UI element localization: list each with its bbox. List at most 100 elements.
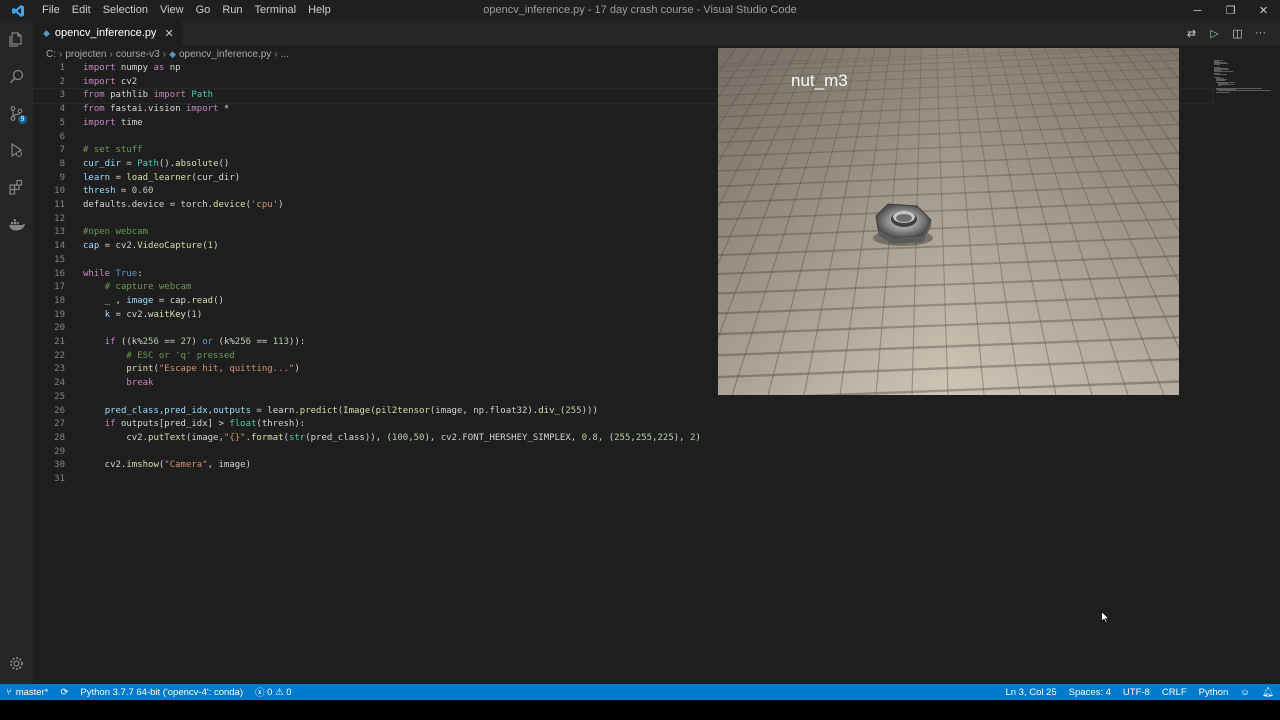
- code-line[interactable]: 31: [33, 473, 1213, 487]
- line-number: 31: [54, 474, 65, 484]
- cursor-position[interactable]: Ln 3, Col 25: [999, 687, 1062, 698]
- gear-icon[interactable]: [0, 645, 33, 682]
- title-bar: File Edit Selection View Go Run Terminal…: [0, 0, 1280, 21]
- code-line[interactable]: 27 if outputs[pred_idx] > float(thresh):: [33, 418, 1213, 432]
- code-text[interactable]: from pathlib import Path: [83, 89, 213, 103]
- code-text[interactable]: import numpy as np: [83, 62, 181, 76]
- code-text[interactable]: if outputs[pred_idx] > float(thresh):: [83, 418, 306, 432]
- breadcrumb-projecten[interactable]: projecten: [65, 49, 106, 60]
- code-line[interactable]: 30 cv2.imshow("Camera", image): [33, 459, 1213, 473]
- line-number: 19: [54, 309, 65, 320]
- code-text[interactable]: # ESC or 'q' pressed: [83, 350, 234, 364]
- breadcrumb-drive[interactable]: C:: [46, 49, 56, 60]
- code-text[interactable]: if ((k%256 == 27) or (k%256 == 113)):: [83, 336, 306, 350]
- tab-close-icon[interactable]: ✕: [164, 27, 173, 40]
- breadcrumb-file[interactable]: opencv_inference.py: [179, 49, 271, 60]
- menu-go[interactable]: Go: [190, 0, 217, 21]
- code-text[interactable]: defaults.device = torch.device('cpu'): [83, 199, 284, 213]
- python-interpreter[interactable]: Python 3.7.7 64-bit ('opencv-4': conda): [74, 687, 249, 698]
- run-debug-icon[interactable]: [0, 132, 33, 169]
- tab-opencv-inference[interactable]: ◆ opencv_inference.py ✕: [33, 21, 182, 45]
- code-text[interactable]: while True:: [83, 268, 143, 282]
- screen-bottom-bar: [0, 700, 1280, 720]
- extensions-icon[interactable]: [0, 169, 33, 206]
- encoding[interactable]: UTF-8: [1117, 687, 1156, 698]
- code-text[interactable]: learn = load_learner(cur_dir): [83, 172, 240, 186]
- line-number: 2: [59, 76, 65, 87]
- language-mode[interactable]: Python: [1193, 687, 1235, 698]
- line-number: 11: [54, 200, 65, 210]
- line-number: 14: [54, 241, 65, 252]
- explorer-icon[interactable]: [0, 21, 33, 58]
- editor-actions: ⇄ ▷ ◫ ···: [1180, 21, 1272, 45]
- problems-indicator[interactable]: ⓧ 0 ⚠ 0: [249, 685, 298, 700]
- notifications-icon[interactable]: 🔔︎: [1256, 687, 1280, 698]
- restore-button[interactable]: ❐: [1214, 0, 1247, 21]
- code-text[interactable]: _ , image = cap.read(): [83, 295, 224, 309]
- line-number: 27: [54, 419, 65, 430]
- code-text[interactable]: cur_dir = Path().absolute(): [83, 158, 229, 172]
- code-text[interactable]: cv2.imshow("Camera", image): [83, 459, 251, 473]
- chevron-right-icon: ›: [162, 48, 167, 60]
- code-text[interactable]: print("Escape hit, quitting..."): [83, 363, 299, 377]
- source-control-icon[interactable]: 9: [0, 95, 33, 132]
- code-text[interactable]: import cv2: [83, 76, 137, 90]
- minimap[interactable]: [1214, 60, 1271, 94]
- code-text[interactable]: #open webcam: [83, 226, 148, 240]
- line-number: 18: [54, 295, 65, 306]
- menu-terminal[interactable]: Terminal: [249, 0, 303, 21]
- code-text[interactable]: # capture webcam: [83, 281, 192, 295]
- code-line[interactable]: 26 pred_class,pred_idx,outputs = learn.p…: [33, 405, 1213, 419]
- code-text[interactable]: pred_class,pred_idx,outputs = learn.pred…: [83, 405, 598, 419]
- python-file-icon: ◆: [169, 48, 176, 59]
- line-number: 26: [54, 405, 65, 416]
- git-branch[interactable]: ⑂ master*: [0, 687, 54, 698]
- split-editor-icon[interactable]: ◫: [1226, 27, 1249, 40]
- menu-view[interactable]: View: [154, 0, 190, 21]
- minimize-button[interactable]: ─: [1181, 0, 1214, 21]
- compare-changes-icon[interactable]: ⇄: [1180, 27, 1203, 40]
- minimap-line: [1216, 79, 1225, 81]
- minimap-line: [1216, 91, 1230, 93]
- menu-help[interactable]: Help: [302, 0, 337, 21]
- line-number: 1: [59, 63, 65, 73]
- code-text[interactable]: thresh = 0.60: [83, 185, 153, 199]
- line-number: 23: [54, 364, 65, 375]
- menu-selection[interactable]: Selection: [97, 0, 154, 21]
- menu-file[interactable]: File: [36, 0, 66, 21]
- mouse-pointer-icon: [1101, 610, 1111, 627]
- docker-icon[interactable]: [0, 206, 33, 243]
- line-number: 5: [59, 117, 65, 128]
- code-text[interactable]: from fastai.vision import *: [83, 103, 229, 117]
- breadcrumb-symbol[interactable]: ...: [281, 49, 289, 60]
- more-actions-icon[interactable]: ···: [1249, 27, 1272, 39]
- minimap-line: [1214, 74, 1227, 76]
- code-text[interactable]: break: [83, 377, 153, 391]
- run-file-icon[interactable]: ▷: [1203, 27, 1226, 40]
- code-text[interactable]: cv2.putText(image,"{}".format(str(pred_c…: [83, 432, 701, 446]
- line-number: 7: [59, 145, 65, 156]
- code-line[interactable]: 29: [33, 446, 1213, 460]
- breadcrumb-course[interactable]: course-v3: [116, 49, 160, 60]
- branch-icon: ⑂: [6, 686, 12, 698]
- close-window-button[interactable]: ✕: [1247, 0, 1280, 21]
- warning-icon: ⚠: [275, 686, 284, 698]
- indentation[interactable]: Spaces: 4: [1063, 687, 1117, 698]
- code-text[interactable]: k = cv2.waitKey(1): [83, 309, 203, 323]
- status-bar: ⑂ master* ⟳ Python 3.7.7 64-bit ('opencv…: [0, 684, 1280, 700]
- menu-run[interactable]: Run: [216, 0, 248, 21]
- sync-icon[interactable]: ⟳: [54, 687, 74, 698]
- code-text[interactable]: cap = cv2.VideoCapture(1): [83, 240, 219, 254]
- line-number: 21: [54, 337, 65, 347]
- menu-edit[interactable]: Edit: [66, 0, 97, 21]
- search-icon[interactable]: [0, 58, 33, 95]
- line-number: 25: [54, 391, 65, 402]
- feedback-icon[interactable]: ☺: [1234, 687, 1256, 698]
- code-text[interactable]: import time: [83, 117, 143, 131]
- minimap-line: [1214, 64, 1220, 66]
- code-line[interactable]: 28 cv2.putText(image,"{}".format(str(pre…: [33, 432, 1213, 446]
- code-text[interactable]: # set stuff: [83, 144, 143, 158]
- line-ending[interactable]: CRLF: [1156, 687, 1193, 698]
- menu-bar: File Edit Selection View Go Run Terminal…: [36, 0, 337, 21]
- line-number: 16: [54, 268, 65, 279]
